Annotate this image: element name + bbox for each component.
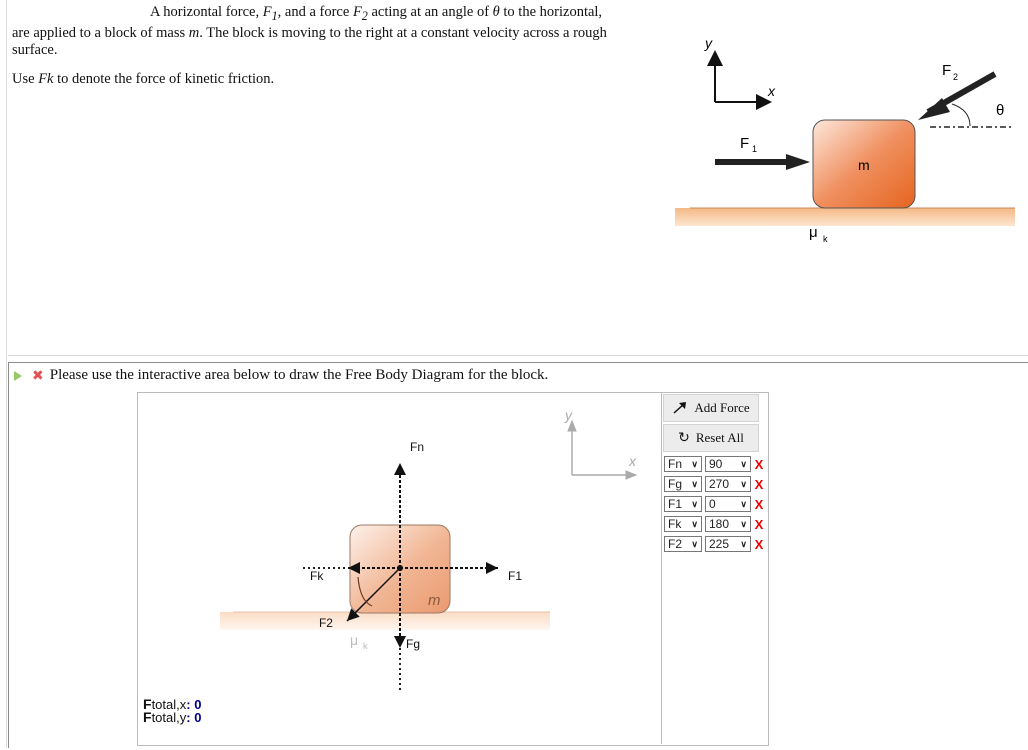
svg-text:2: 2 bbox=[953, 72, 958, 82]
force-label: Fn bbox=[410, 440, 424, 454]
theta-label: θ bbox=[996, 102, 1004, 119]
chevron-down-icon: ∨ bbox=[740, 498, 747, 509]
total-y-value: 0 bbox=[194, 710, 202, 725]
chevron-down-icon: ∨ bbox=[691, 478, 698, 489]
fbd-mu-label: μ bbox=[350, 632, 358, 648]
total-y: Ftotal,y: 0 bbox=[143, 709, 202, 725]
divider bbox=[8, 355, 1028, 356]
force-row: Fg ∨ 270 ∨ X bbox=[664, 475, 764, 493]
delete-force-icon[interactable]: X bbox=[754, 497, 764, 512]
force-angle-select[interactable]: 270 ∨ bbox=[705, 476, 751, 492]
incorrect-icon: ✖ bbox=[32, 367, 44, 384]
arrowhead-icon[interactable] bbox=[394, 463, 406, 475]
question-line-1: A horizontal force, F1, and a force F2 a… bbox=[150, 4, 603, 23]
prompt-text: Please use the interactive area below to… bbox=[49, 367, 549, 383]
force-angle-select[interactable]: 90 ∨ bbox=[705, 456, 751, 472]
force-row: F1 ∨ 0 ∨ X bbox=[664, 495, 764, 513]
force-label: Fk bbox=[310, 569, 324, 583]
fbd-mass-label: m bbox=[428, 592, 441, 609]
chevron-down-icon: ∨ bbox=[740, 478, 747, 489]
question-text: A horizontal force, F1, and a force F2 a… bbox=[12, 4, 652, 88]
f2-arrow: F 2 bbox=[918, 62, 997, 120]
svg-text:k: k bbox=[823, 234, 828, 244]
force-row: F2 ∨ 225 ∨ X bbox=[664, 535, 764, 553]
force-row: Fn ∨ 90 ∨ X bbox=[664, 455, 764, 473]
svg-text:F: F bbox=[740, 135, 749, 152]
add-force-button[interactable]: Add Force bbox=[663, 394, 759, 422]
svg-text:k: k bbox=[363, 641, 368, 651]
chevron-down-icon: ∨ bbox=[691, 518, 698, 529]
block-center-point[interactable] bbox=[397, 565, 403, 571]
delete-force-icon[interactable]: X bbox=[754, 537, 764, 552]
fbd-axis-y-label: y bbox=[564, 407, 573, 423]
arrow-icon bbox=[673, 402, 687, 414]
arrowhead-icon[interactable] bbox=[394, 636, 406, 648]
axes-icon: y x bbox=[704, 35, 776, 110]
section-left-border bbox=[8, 362, 9, 748]
f1-arrow: F 1 bbox=[715, 135, 810, 170]
section-top-border bbox=[8, 362, 1028, 363]
force-row: Fk ∨ 180 ∨ X bbox=[664, 515, 764, 533]
question-line-2: are applied to a block of mass m. The bl… bbox=[12, 24, 607, 58]
force-label: F1 bbox=[508, 569, 522, 583]
reset-icon: ↻ bbox=[678, 430, 690, 446]
mu-k-label: μ bbox=[809, 224, 818, 241]
reset-all-button[interactable]: ↻ Reset All bbox=[663, 424, 759, 452]
canvas-panel-divider bbox=[661, 392, 662, 744]
chevron-down-icon: ∨ bbox=[740, 458, 747, 469]
fbd-drawing[interactable]: y x m μ k Fn Fg F1 Fk F2 bbox=[138, 393, 662, 745]
block-mass-label: m bbox=[858, 157, 870, 173]
arrowhead-icon[interactable] bbox=[486, 562, 498, 574]
problem-figure: y x m F 1 F 2 θ μ k bbox=[675, 35, 1015, 244]
force-name-select[interactable]: Fn ∨ bbox=[664, 456, 702, 472]
force-angle-select[interactable]: 0 ∨ bbox=[705, 496, 751, 512]
force-name-select[interactable]: F1 ∨ bbox=[664, 496, 702, 512]
delete-force-icon[interactable]: X bbox=[754, 457, 764, 472]
add-force-label: Add Force bbox=[694, 400, 750, 415]
force-label: Fg bbox=[406, 637, 420, 651]
force-angle-select[interactable]: 225 ∨ bbox=[705, 536, 751, 552]
chevron-down-icon: ∨ bbox=[740, 518, 747, 529]
delete-force-icon[interactable]: X bbox=[754, 477, 764, 492]
delete-force-icon[interactable]: X bbox=[754, 517, 764, 532]
fbd-ground bbox=[220, 612, 550, 630]
force-totals: Ftotal,x: 0 Ftotal,y: 0 bbox=[143, 697, 202, 725]
chevron-down-icon: ∨ bbox=[691, 538, 698, 549]
axis-y-label: y bbox=[704, 35, 713, 51]
play-icon[interactable] bbox=[14, 370, 22, 381]
left-border bbox=[6, 0, 7, 748]
fbd-axes-icon bbox=[567, 419, 638, 480]
svg-text:F: F bbox=[942, 62, 951, 79]
ground-surface bbox=[675, 208, 1015, 226]
angle-arc bbox=[951, 103, 971, 127]
force-name-select[interactable]: Fk ∨ bbox=[664, 516, 702, 532]
fbd-axis-x-label: x bbox=[628, 453, 637, 469]
reset-all-label: Reset All bbox=[695, 430, 744, 445]
force-label: F2 bbox=[319, 616, 333, 630]
chevron-down-icon: ∨ bbox=[740, 538, 747, 549]
fbd-prompt: ✖ Please use the interactive area below … bbox=[14, 367, 548, 384]
chevron-down-icon: ∨ bbox=[691, 458, 698, 469]
chevron-down-icon: ∨ bbox=[691, 498, 698, 509]
question-fk-note: Use Fk to denote the force of kinetic fr… bbox=[12, 70, 275, 87]
svg-text:1: 1 bbox=[752, 144, 757, 154]
axis-x-label: x bbox=[767, 83, 776, 99]
force-name-select[interactable]: Fg ∨ bbox=[664, 476, 702, 492]
force-name-select[interactable]: F2 ∨ bbox=[664, 536, 702, 552]
force-angle-select[interactable]: 180 ∨ bbox=[705, 516, 751, 532]
